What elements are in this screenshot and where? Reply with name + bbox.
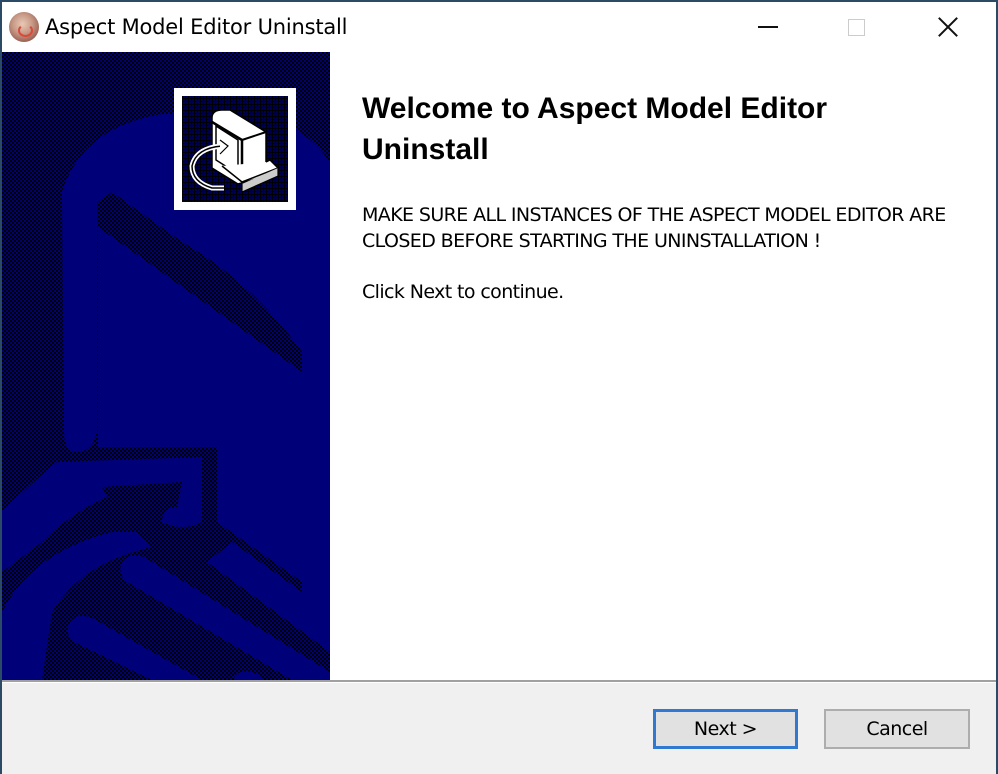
close-button[interactable] — [925, 2, 971, 52]
minimize-button[interactable] — [745, 2, 791, 52]
window-title: Aspect Model Editor Uninstall — [45, 15, 348, 39]
maximize-button — [833, 2, 879, 52]
maximize-icon — [847, 18, 865, 36]
minimize-icon — [758, 26, 778, 28]
instruction-text: Click Next to continue. — [362, 281, 564, 303]
title-bar[interactable]: Aspect Model Editor Uninstall — [2, 2, 996, 52]
wizard-side-image — [2, 52, 330, 680]
button-bar: Next > Cancel — [2, 683, 996, 774]
uninstaller-computer-icon — [182, 96, 288, 202]
page-title: Welcome to Aspect Model Editor Uninstall — [362, 92, 828, 166]
cancel-button[interactable]: Cancel — [824, 709, 970, 749]
next-button[interactable]: Next > — [653, 709, 798, 749]
app-logo-icon — [9, 12, 39, 42]
uninstall-window: Aspect Model Editor Uninstall Welcome to… — [2, 2, 996, 774]
installer-badge — [174, 88, 296, 210]
warning-message: MAKE SURE ALL INSTANCES OF THE ASPECT MO… — [362, 204, 946, 252]
close-icon — [937, 16, 959, 38]
content-area: Welcome to Aspect Model Editor Uninstall… — [330, 52, 996, 680]
